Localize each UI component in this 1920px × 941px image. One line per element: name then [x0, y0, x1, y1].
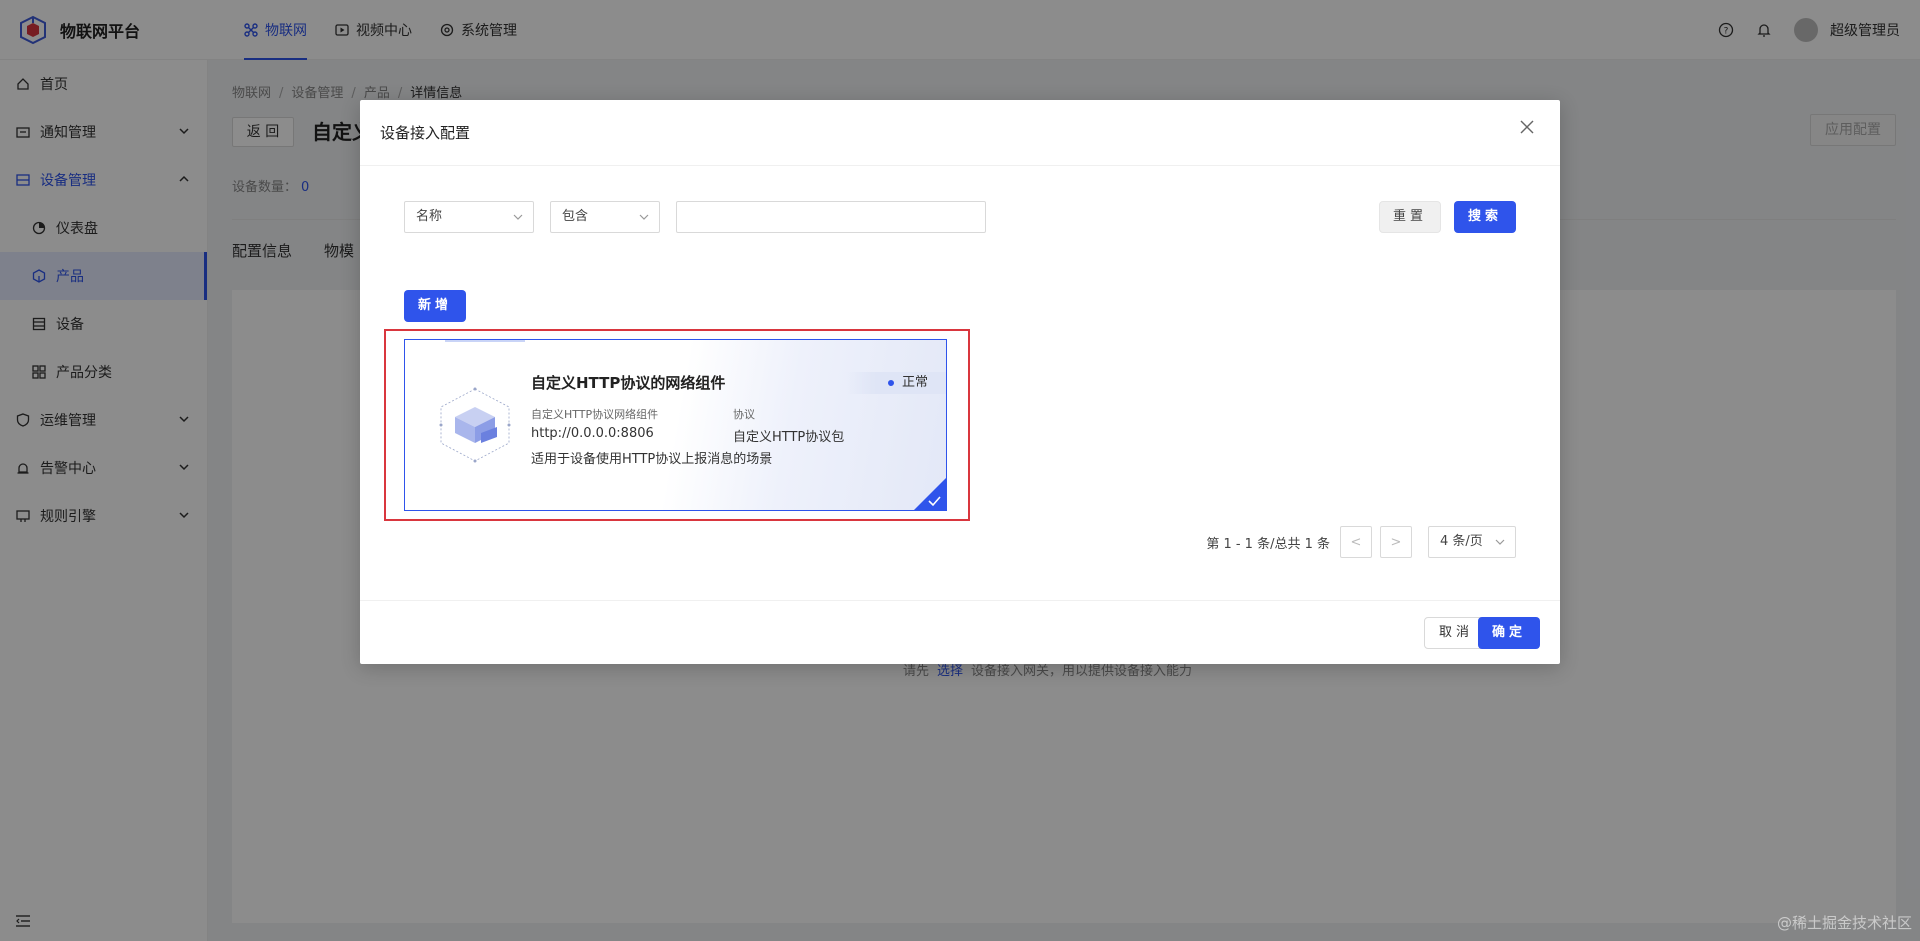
filter-field-select[interactable]: 名称 [404, 201, 534, 233]
selected-check-icon [914, 478, 946, 510]
filter-operator-value: 包含 [562, 209, 589, 224]
filter-field-value: 名称 [416, 209, 443, 224]
filter-row: 名称 包含 重置 搜索 [404, 201, 1516, 233]
card-description: 适用于设备使用HTTP协议上报消息的场景 [531, 452, 773, 467]
modal-title: 设备接入配置 [380, 124, 471, 142]
chevron-down-icon [513, 214, 523, 220]
modal-header: 设备接入配置 [360, 100, 1560, 166]
network-component-icon [439, 387, 511, 463]
modal-footer: 取消 确定 [360, 600, 1560, 664]
status-badge: 正常 [846, 372, 946, 394]
card-top-tab [445, 340, 525, 342]
prev-page-button[interactable]: < [1340, 526, 1372, 558]
filter-operator-select[interactable]: 包含 [550, 201, 660, 233]
watermark: @稀土掘金技术社区 [1776, 914, 1912, 932]
chevron-down-icon [1495, 539, 1505, 545]
status-dot-icon [888, 380, 894, 386]
page-size-select[interactable]: 4 条/页 [1428, 526, 1516, 558]
card-title: 自定义HTTP协议的网络组件 [531, 374, 726, 392]
chevron-down-icon [639, 214, 649, 220]
add-button[interactable]: 新增 [404, 290, 466, 322]
reset-button[interactable]: 重置 [1379, 201, 1441, 233]
close-icon[interactable] [1520, 120, 1534, 134]
pagination: 第 1 - 1 条/总共 1 条 < > 4 条/页 [1206, 526, 1516, 558]
card-protocol-value: 自定义HTTP协议包 [733, 430, 845, 445]
page-size-value: 4 条/页 [1440, 534, 1483, 549]
search-input[interactable] [676, 201, 986, 233]
status-text: 正常 [902, 375, 929, 390]
pagination-info: 第 1 - 1 条/总共 1 条 [1206, 536, 1330, 552]
next-page-button[interactable]: > [1380, 526, 1412, 558]
search-button[interactable]: 搜索 [1454, 201, 1516, 233]
access-config-modal: 设备接入配置 名称 包含 重置 搜索 新增 自定义HTTP协议的网络组件 正常 … [360, 100, 1560, 664]
ok-button[interactable]: 确定 [1478, 617, 1540, 649]
card-field-label: 自定义HTTP协议网络组件 [531, 408, 659, 421]
card-field-value: http://0.0.0.0:8806 [531, 426, 654, 441]
network-component-card[interactable]: 自定义HTTP协议的网络组件 正常 自定义HTTP协议网络组件 http://0… [404, 339, 947, 511]
card-protocol-label: 协议 [733, 408, 755, 421]
